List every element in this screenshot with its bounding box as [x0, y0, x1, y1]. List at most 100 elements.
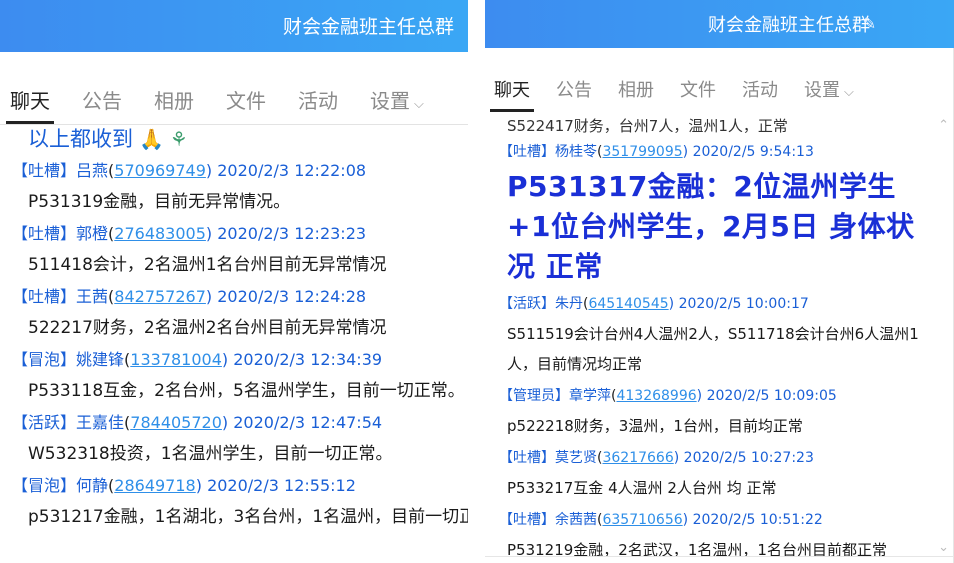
message-header: 【管理员】章学萍(413268996) 2020/2/5 10:09:05	[499, 385, 954, 405]
sender-qq-link[interactable]: 842757267	[114, 287, 206, 306]
sender-name[interactable]: 何静	[76, 476, 108, 495]
message-text: p531217金融，1名湖北，3名台州，1名温州，目前一切正常。	[28, 507, 468, 527]
message-timestamp: 2020/2/5 10:51:22	[692, 512, 823, 528]
message-text: P533118互金，2名台州，5名温州学生，目前一切正常。	[28, 381, 465, 401]
message-list[interactable]: 以上都收到 🙏 ⚘ 【吐槽】吕燕(570969749) 2020/2/3 12:22…	[0, 125, 468, 563]
message-text: W532318投资，1名温州学生，目前一切正常。	[28, 444, 393, 464]
sender-qq-link[interactable]: 276483005	[114, 224, 206, 243]
message-timestamp: 2020/2/3 12:47:54	[233, 413, 383, 432]
scroll-down-icon[interactable]: ⌄	[938, 540, 949, 555]
message-timestamp: 2020/2/3 12:24:28	[217, 287, 367, 306]
tab-announcement[interactable]: 公告	[82, 85, 122, 124]
chevron-down-icon: ⌵	[844, 85, 854, 100]
tab-chat[interactable]: 聊天	[490, 76, 534, 112]
sender-qq-link[interactable]: 133781004	[130, 350, 222, 369]
paren-close: )	[668, 296, 675, 312]
message-header: 【吐槽】余茜茜(635710656) 2020/2/5 10:51:22	[499, 509, 954, 529]
partial-message: 以上都收到 🙏 ⚘	[28, 125, 468, 151]
praying-hands-icon: 🙏	[139, 127, 164, 151]
paren-close: )	[195, 476, 202, 495]
message-timestamp: 2020/2/3 12:22:08	[217, 161, 367, 180]
message-timestamp: 2020/2/5 9:54:13	[692, 144, 814, 160]
tab-activity[interactable]: 活动	[298, 85, 338, 124]
tab-settings[interactable]: 设置 ⌵	[804, 76, 854, 112]
sender-name[interactable]: 郭橙	[76, 224, 108, 243]
member-badge: 【吐槽】	[12, 287, 77, 306]
sender-name[interactable]: 姚建锋	[76, 350, 124, 369]
sender-qq-link[interactable]: 570969749	[114, 161, 206, 180]
sender-qq-link[interactable]: 645140545	[588, 296, 668, 312]
group-title: 财会金融班主任总群	[708, 15, 870, 36]
tab-settings-label: 设置	[804, 80, 840, 101]
sender-name[interactable]: 王茜	[76, 287, 108, 306]
paren-close: )	[682, 144, 689, 160]
sender-name[interactable]: 余茜茜	[555, 512, 597, 528]
member-badge: 【吐槽】	[12, 224, 77, 243]
paren-close: )	[221, 413, 229, 432]
sender-name[interactable]: 杨桂苓	[555, 144, 597, 160]
sender-name[interactable]: 朱丹	[555, 296, 583, 312]
scroll-up-icon[interactable]: ⌃	[938, 118, 949, 133]
message-header: 【吐槽】吕燕(570969749) 2020/2/3 12:22:08	[12, 157, 468, 180]
chevron-down-icon: ⌵	[414, 97, 424, 112]
message-text: P531319金融，目前无异常情况。	[28, 192, 291, 212]
message-text: P533217互金 4人温州 2人台州 均 正常	[507, 479, 777, 497]
paren-close: )	[696, 388, 703, 404]
paren-close: )	[205, 287, 213, 306]
flower-icon: ⚘	[169, 127, 188, 151]
window-header: 财会金融班主任总群 ✎	[485, 0, 954, 48]
message-list[interactable]: S522417财务，台州7人，温州1人，正常 【吐槽】杨桂苓(351799095…	[485, 113, 954, 563]
pencil-icon[interactable]: ✎	[863, 14, 876, 33]
sender-qq-link[interactable]: 28649718	[114, 476, 195, 495]
message-text: 511418会计，2名温州1名台州目前无异常情况	[28, 255, 387, 275]
left-chat-window: 财会金融班主任总群 聊天 公告 相册 文件 活动 设置 ⌵ 以上都收到 🙏 ⚘ 【吐槽…	[0, 0, 468, 563]
member-badge: 【吐槽】	[499, 144, 555, 160]
window-header: 财会金融班主任总群	[0, 0, 468, 52]
message-header: 【吐槽】郭橙(276483005) 2020/2/3 12:23:23	[12, 220, 468, 243]
tab-bar: 聊天 公告 相册 文件 活动 设置 ⌵	[0, 78, 468, 125]
message-timestamp: 2020/2/5 10:27:23	[683, 450, 814, 466]
message-header: 【吐槽】王茜(842757267) 2020/2/3 12:24:28	[12, 283, 468, 306]
message-timestamp: 2020/2/5 10:09:05	[706, 388, 837, 404]
message-header: 【吐槽】莫艺贤(36217666) 2020/2/5 10:27:23	[499, 447, 954, 467]
sender-name[interactable]: 莫艺贤	[555, 450, 597, 466]
message-header: 【活跃】朱丹(645140545) 2020/2/5 10:00:17	[499, 293, 954, 313]
tab-files[interactable]: 文件	[680, 76, 716, 112]
sender-qq-link[interactable]: 784405720	[130, 413, 222, 432]
sender-qq-link[interactable]: 635710656	[602, 512, 682, 528]
paren-close: )	[682, 512, 689, 528]
tab-album[interactable]: 相册	[618, 76, 654, 112]
tab-album[interactable]: 相册	[154, 85, 194, 124]
member-badge: 【活跃】	[499, 296, 555, 312]
message-header: 【活跃】王嘉佳(784405720) 2020/2/3 12:47:54	[12, 409, 468, 432]
sender-name[interactable]: 章学萍	[569, 388, 611, 404]
message-text: 522217财务，2名温州2名台州目前无异常情况	[28, 318, 387, 338]
group-title: 财会金融班主任总群	[282, 16, 454, 38]
sender-name[interactable]: 吕燕	[76, 161, 108, 180]
paren-close: )	[205, 224, 213, 243]
tab-settings-label: 设置	[370, 89, 410, 113]
divider	[485, 556, 954, 557]
tab-chat[interactable]: 聊天	[6, 85, 54, 124]
message-timestamp: 2020/2/3 12:55:12	[207, 476, 356, 495]
sender-qq-link[interactable]: 351799095	[602, 144, 682, 160]
message-text: P531219金融，2名武汉，1名温州，1名台州目前都正常	[507, 541, 887, 559]
message-header: 【吐槽】杨桂苓(351799095) 2020/2/5 9:54:13	[499, 141, 954, 161]
sender-name[interactable]: 王嘉佳	[76, 413, 124, 432]
message-timestamp: 2020/2/3 12:34:39	[233, 350, 383, 369]
member-badge: 【冒泡】	[12, 476, 77, 495]
tab-announcement[interactable]: 公告	[556, 76, 592, 112]
member-badge: 【吐槽】	[12, 161, 77, 180]
message-header: 【冒泡】姚建锋(133781004) 2020/2/3 12:34:39	[12, 346, 468, 369]
tab-activity[interactable]: 活动	[742, 76, 778, 112]
partial-message-text: 以上都收到	[28, 127, 133, 151]
sender-qq-link[interactable]: 36217666	[602, 450, 673, 466]
member-badge: 【吐槽】	[499, 450, 555, 466]
sender-qq-link[interactable]: 413268996	[616, 388, 696, 404]
tab-bar: 聊天 公告 相册 文件 活动 设置 ⌵	[485, 72, 954, 112]
member-badge: 【活跃】	[12, 413, 77, 432]
message-header: 【冒泡】何静(28649718) 2020/2/3 12:55:12	[12, 472, 468, 495]
tab-files[interactable]: 文件	[226, 85, 266, 124]
tab-settings[interactable]: 设置 ⌵	[370, 85, 424, 124]
paren-close: )	[673, 450, 680, 466]
